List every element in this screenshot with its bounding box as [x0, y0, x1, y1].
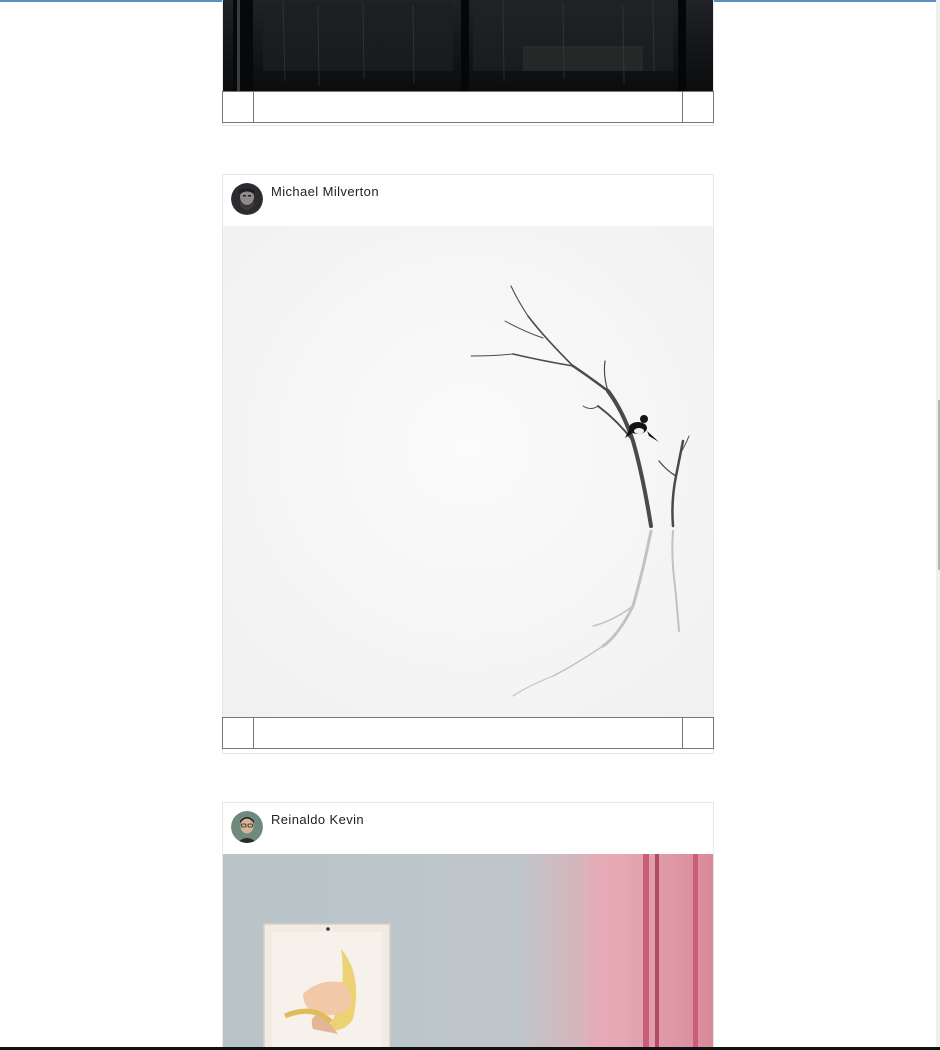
bookmark-button[interactable] [682, 717, 714, 749]
post-header: Reinaldo Kevin [223, 803, 713, 854]
like-button[interactable] [222, 717, 254, 749]
bird-on-tree-image [223, 226, 713, 717]
man-with-glasses-avatar-icon [231, 811, 263, 843]
post-photo[interactable] [223, 854, 713, 1050]
post-photo[interactable] [223, 0, 713, 91]
banana-art-wall-image [223, 854, 713, 1050]
post-actions-bar [222, 91, 714, 123]
user-avatar[interactable] [231, 183, 263, 215]
dark-window-image [223, 0, 713, 91]
feed-page: Michael Milverton Reinaldo Kevin [0, 0, 940, 1050]
post-card [222, 0, 714, 126]
post-username[interactable]: Reinaldo Kevin [271, 812, 364, 827]
user-avatar[interactable] [231, 811, 263, 843]
bearded-man-avatar-icon [231, 183, 263, 215]
post-actions-bar [222, 717, 714, 749]
scrollbar[interactable] [936, 0, 940, 1047]
bookmark-button[interactable] [682, 91, 714, 123]
post-username[interactable]: Michael Milverton [271, 184, 379, 199]
post-photo[interactable] [223, 226, 713, 717]
post-header: Michael Milverton [223, 175, 713, 226]
post-card: Michael Milverton [222, 174, 714, 754]
like-button[interactable] [222, 91, 254, 123]
post-card: Reinaldo Kevin [222, 802, 714, 1050]
